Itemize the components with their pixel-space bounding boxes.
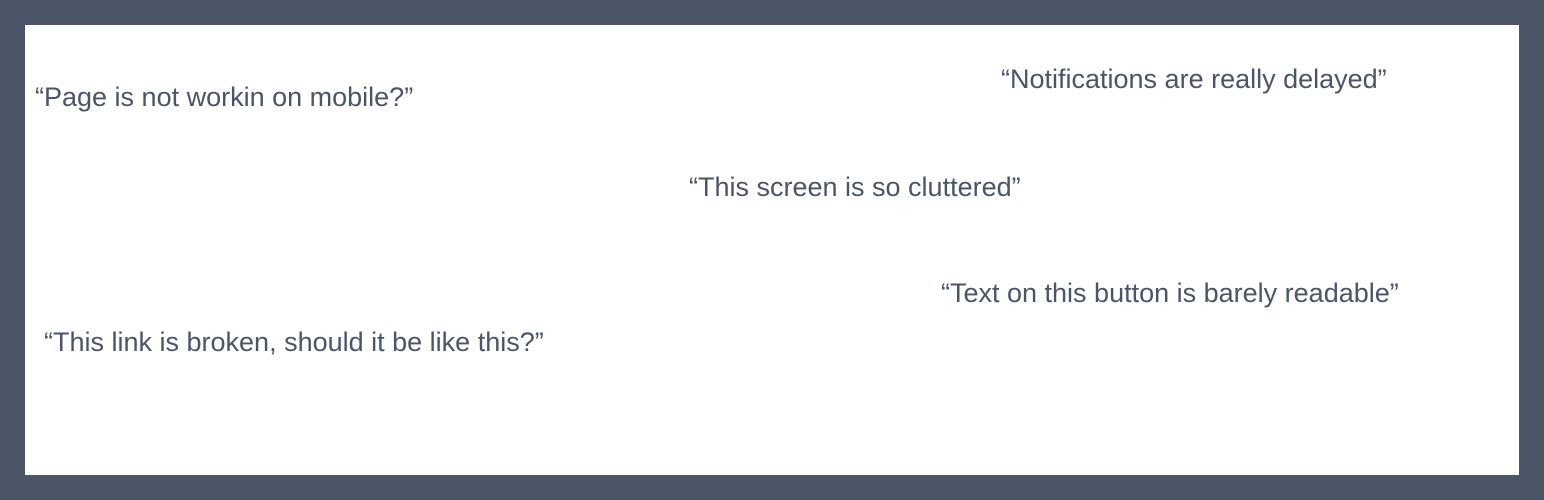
feedback-quote-mobile: “Page is not workin on mobile?”: [35, 82, 414, 112]
feedback-quote-button-text: “Text on this button is barely readable”: [941, 278, 1399, 308]
feedback-quote-broken-link: “This link is broken, should it be like …: [44, 327, 544, 357]
feedback-quote-cluttered: “This screen is so cluttered”: [689, 172, 1021, 202]
feedback-quote-notifications: “Notifications are really delayed”: [1001, 64, 1387, 94]
feedback-card: “Page is not workin on mobile?” “Notific…: [25, 25, 1519, 475]
